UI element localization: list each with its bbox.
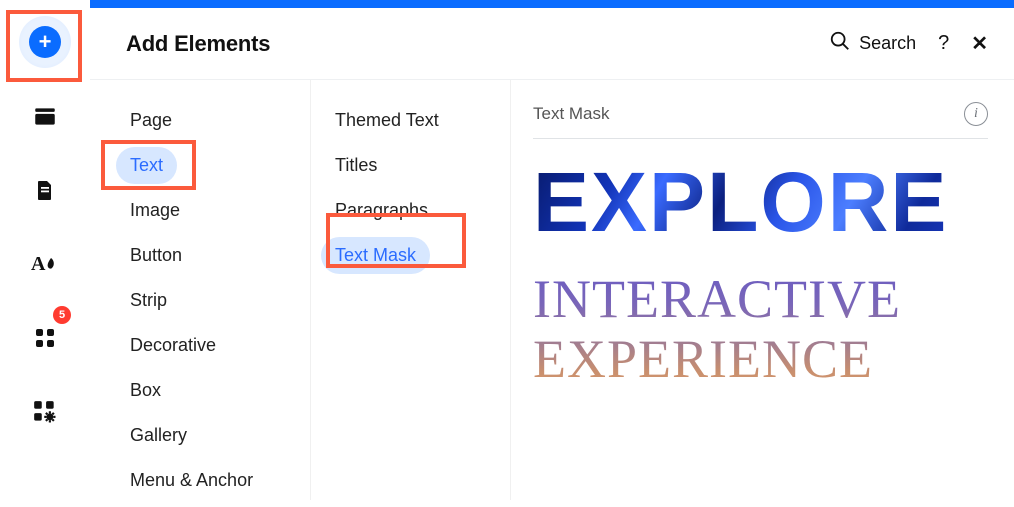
- preview-area: EXPLORE INTERACTIVE EXPERIENCE: [533, 163, 988, 390]
- category-item[interactable]: Page: [116, 102, 186, 139]
- top-accent-bar: [90, 0, 1014, 8]
- preview-header: Text Mask i: [533, 102, 988, 139]
- svg-text:A: A: [31, 253, 46, 275]
- subcategory-item[interactable]: Titles: [321, 147, 391, 184]
- category-item[interactable]: Menu & Anchor: [116, 462, 267, 499]
- apps-badge: 5: [53, 306, 71, 324]
- category-item[interactable]: Strip: [116, 282, 181, 319]
- category-item[interactable]: Text: [116, 147, 177, 184]
- info-icon[interactable]: i: [964, 102, 988, 126]
- grid-icon: [31, 324, 59, 352]
- design-button[interactable]: A: [15, 234, 75, 294]
- category-item[interactable]: Box: [116, 372, 175, 409]
- add-elements-button[interactable]: +: [15, 12, 75, 72]
- settings-apps-button[interactable]: [15, 382, 75, 442]
- close-button[interactable]: ✕: [971, 31, 988, 56]
- subcategory-item[interactable]: Paragraphs: [321, 192, 442, 229]
- text-mask-sample-interactive[interactable]: INTERACTIVE EXPERIENCE: [533, 269, 988, 390]
- panel-body: Page Text Image Button Strip Decorative Box Gal…: [90, 80, 1014, 500]
- preview-column: Text Mask i EXPLORE INTERACTIVE EXPERIEN…: [510, 80, 1014, 500]
- panel-title: Add Elements: [126, 31, 270, 57]
- search-icon: [829, 30, 851, 57]
- category-list: Page Text Image Button Strip Decorative Box Gal…: [116, 102, 310, 507]
- subcategory-column: Themed Text Titles Paragraphs Text Mask: [310, 80, 510, 500]
- category-item[interactable]: Gallery: [116, 417, 201, 454]
- left-toolbar: + A 5: [0, 0, 90, 500]
- grid-gear-icon: [31, 398, 59, 426]
- pages-button[interactable]: [15, 160, 75, 220]
- subcategory-item[interactable]: Text Mask: [321, 237, 430, 274]
- add-elements-panel: Add Elements Search ? ✕ Page Text Image But…: [90, 8, 1014, 500]
- plus-icon: +: [29, 26, 61, 58]
- category-item[interactable]: Button: [116, 237, 196, 274]
- preview-title: Text Mask: [533, 104, 610, 124]
- search-label: Search: [859, 33, 916, 54]
- plus-circle-bg: +: [19, 16, 71, 68]
- design-icon: A: [31, 250, 59, 278]
- apps-button[interactable]: 5: [15, 308, 75, 368]
- category-item[interactable]: Image: [116, 192, 194, 229]
- sections-icon: [31, 102, 59, 130]
- sections-button[interactable]: [15, 86, 75, 146]
- sample2-line1: INTERACTIVE: [533, 269, 901, 329]
- header-actions: Search ? ✕: [829, 30, 988, 57]
- category-item[interactable]: Decorative: [116, 327, 230, 364]
- search-button[interactable]: Search: [829, 30, 916, 57]
- subcategory-item[interactable]: Themed Text: [321, 102, 453, 139]
- page-icon: [31, 176, 59, 204]
- sample2-line2: EXPERIENCE: [533, 329, 873, 389]
- panel-header: Add Elements Search ? ✕: [90, 8, 1014, 80]
- text-mask-sample-explore[interactable]: EXPLORE: [533, 163, 988, 243]
- category-column: Page Text Image Button Strip Decorative Box Gal…: [90, 80, 310, 500]
- subcategory-list: Themed Text Titles Paragraphs Text Mask: [321, 102, 510, 282]
- help-button[interactable]: ?: [938, 32, 949, 55]
